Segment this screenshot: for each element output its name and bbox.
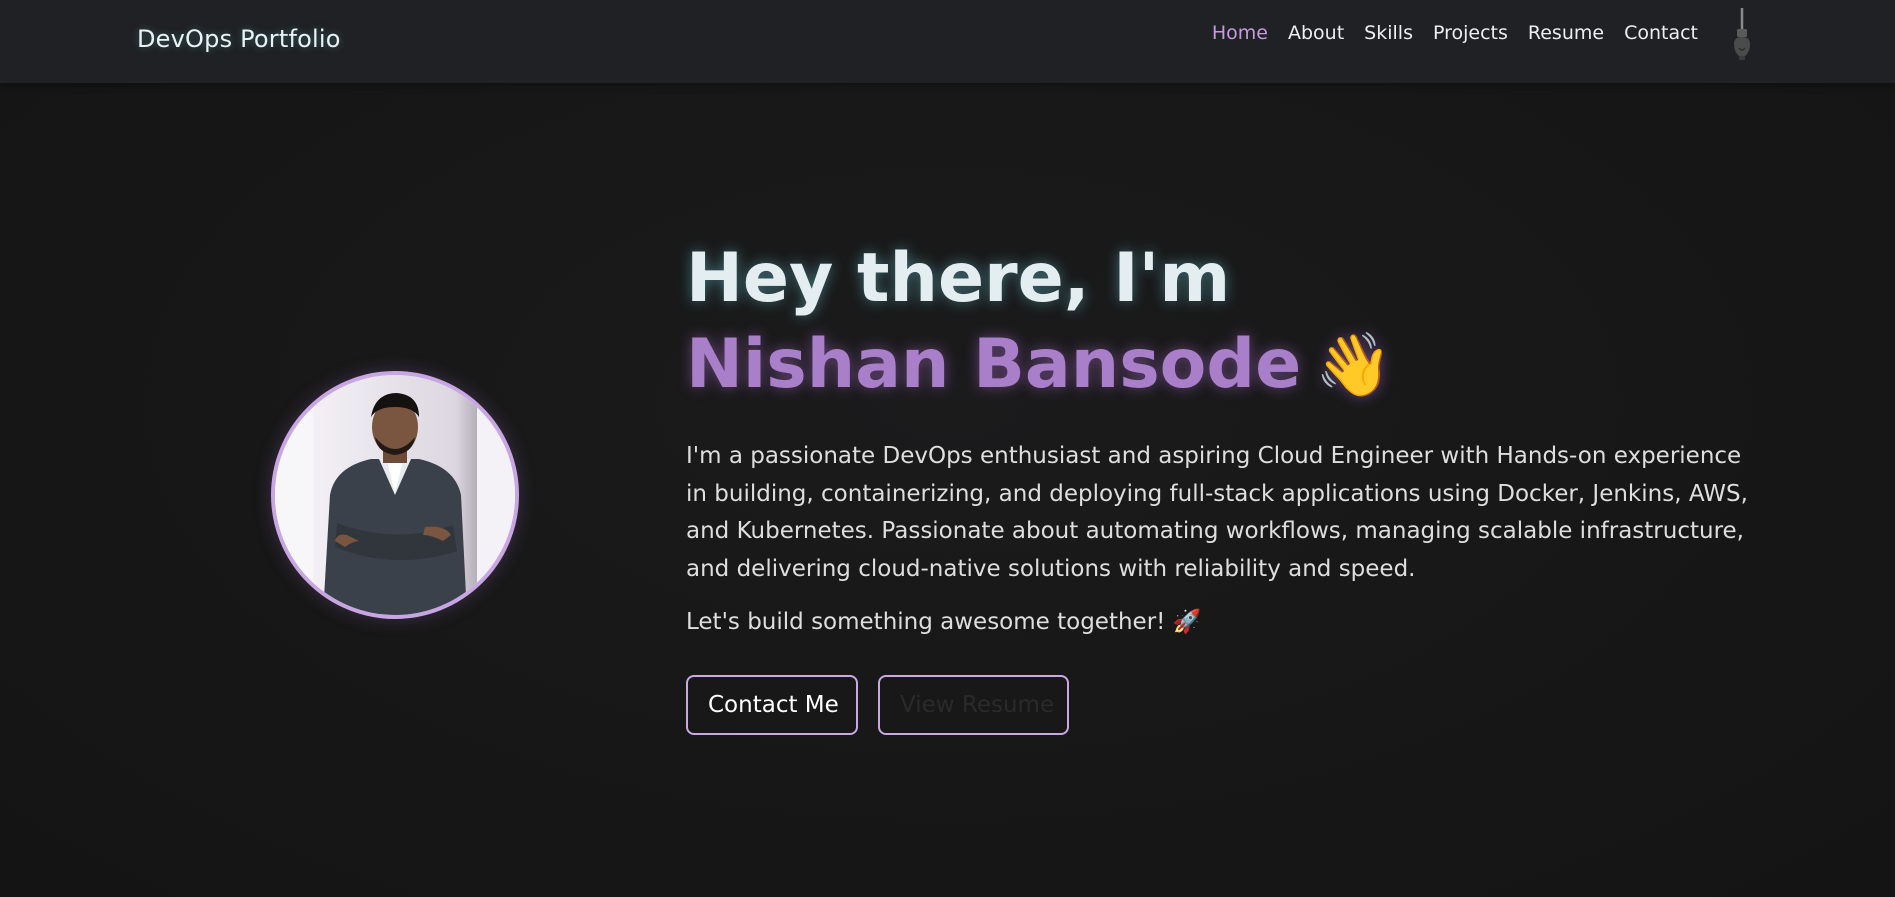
nav-link-home[interactable]: Home	[1212, 22, 1268, 44]
contact-me-button[interactable]: Contact Me	[686, 675, 858, 735]
view-resume-button[interactable]: View Resume	[878, 675, 1069, 735]
hero-tagline: Let's build something awesome together! …	[686, 609, 1202, 635]
nav-link-contact[interactable]: Contact	[1624, 22, 1698, 44]
nav-links: Home About Skills Projects Resume Contac…	[1212, 22, 1698, 44]
hero-name: Nishan Bansode	[686, 325, 1302, 404]
hero-greeting: Hey there, I'm	[686, 239, 1231, 318]
nav-link-projects[interactable]: Projects	[1433, 22, 1508, 44]
hero-bio: I'm a passionate DevOps enthusiast and a…	[686, 443, 1748, 582]
hero-text: Hey there, I'm Nishan Bansode 👋 I'm a pa…	[686, 236, 1756, 735]
hero-buttons: Contact Me View Resume	[686, 675, 1756, 735]
navbar: DevOps Portfolio Home About Skills Proje…	[0, 0, 1895, 83]
brand-logo[interactable]: DevOps Portfolio	[137, 25, 341, 53]
waving-hand-icon: 👋	[1315, 328, 1393, 401]
hero-name-line: Nishan Bansode 👋	[686, 322, 1756, 408]
lightbulb-icon[interactable]	[1728, 8, 1756, 62]
nav-link-skills[interactable]: Skills	[1364, 22, 1413, 44]
nav-link-about[interactable]: About	[1288, 22, 1344, 44]
profile-portrait	[275, 375, 515, 615]
nav-link-resume[interactable]: Resume	[1528, 22, 1604, 44]
profile-photo	[271, 371, 519, 619]
